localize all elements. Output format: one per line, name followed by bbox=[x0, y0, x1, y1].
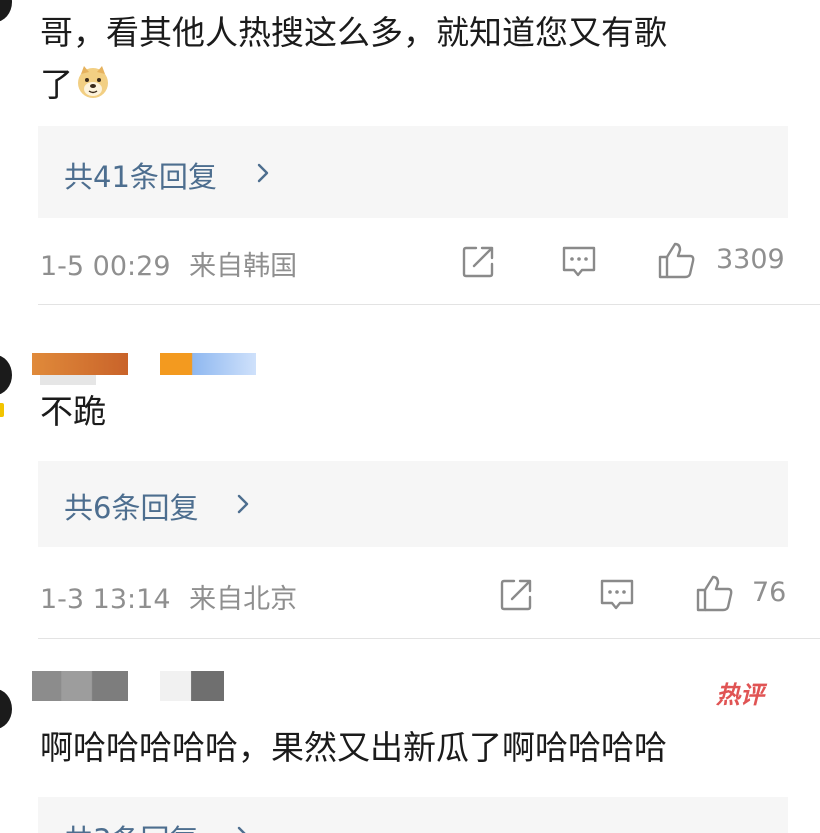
comment-location: 来自韩国 bbox=[189, 251, 298, 282]
like-count: 76 bbox=[752, 577, 787, 608]
comment-text-line: 不跪 bbox=[40, 392, 106, 431]
reply-summary[interactable]: 共41条回复 bbox=[38, 126, 788, 218]
comment-text: 不跪 bbox=[40, 385, 106, 439]
avatar[interactable] bbox=[0, 689, 12, 729]
reply-summary[interactable]: 共3条回复 bbox=[38, 797, 788, 833]
comment-text: 啊哈哈哈哈哈，果然又出新瓜了啊哈哈哈哈 bbox=[40, 721, 667, 775]
avatar[interactable] bbox=[0, 0, 12, 22]
comment-meta: 1-3 13:14 来自北京 bbox=[40, 577, 297, 616]
avatar[interactable] bbox=[0, 355, 12, 395]
comment-date: 1-3 13:14 bbox=[40, 584, 171, 615]
comment-icon[interactable] bbox=[560, 244, 598, 280]
hot-comment-badge: 热评 bbox=[716, 681, 764, 709]
comment-item: 哥，看其他人热搜这么多，就知道您又有歌 了 共41条回复 1-5 00:29 来… bbox=[0, 0, 820, 305]
username-redacted-tail bbox=[40, 375, 96, 385]
reply-count-link[interactable]: 共41条回复 bbox=[64, 154, 217, 196]
share-icon[interactable] bbox=[460, 244, 496, 280]
chevron-right-icon bbox=[237, 826, 246, 833]
like-icon[interactable] bbox=[694, 573, 734, 613]
chevron-right-icon bbox=[237, 494, 249, 514]
like-icon[interactable] bbox=[656, 240, 696, 280]
comment-item: 热评 啊哈哈哈哈哈，果然又出新瓜了啊哈哈哈哈 共3条回复 bbox=[0, 639, 820, 833]
share-icon[interactable] bbox=[498, 577, 534, 613]
comment-date: 1-5 00:29 bbox=[40, 251, 171, 282]
comment-text-line: 啊哈哈哈哈哈，果然又出新瓜了啊哈哈哈哈 bbox=[40, 728, 667, 767]
comment-location: 来自北京 bbox=[189, 584, 298, 615]
comment-text-continued: 了 bbox=[40, 58, 111, 112]
comment-item: 不跪 共6条回复 1-3 13:14 来自北京 76 bbox=[0, 305, 820, 638]
user-badge bbox=[160, 353, 256, 375]
comment-icon[interactable] bbox=[598, 577, 636, 613]
reply-summary[interactable]: 共6条回复 bbox=[38, 461, 788, 547]
user-badge bbox=[160, 671, 224, 701]
comment-text-line: 了 bbox=[40, 65, 73, 104]
chevron-right-icon bbox=[257, 163, 269, 183]
username-redacted[interactable] bbox=[32, 353, 128, 375]
like-count: 3309 bbox=[716, 244, 785, 275]
avatar-badge bbox=[0, 403, 4, 417]
comment-text: 哥，看其他人热搜这么多，就知道您又有歌 bbox=[40, 6, 667, 60]
comment-text-line: 哥，看其他人热搜这么多，就知道您又有歌 bbox=[40, 13, 667, 52]
doge-emoji-icon bbox=[78, 66, 108, 98]
username-redacted[interactable] bbox=[32, 671, 128, 701]
reply-count-link[interactable]: 共3条回复 bbox=[64, 817, 198, 833]
reply-count-link[interactable]: 共6条回复 bbox=[64, 485, 198, 527]
comment-meta: 1-5 00:29 来自韩国 bbox=[40, 244, 297, 283]
